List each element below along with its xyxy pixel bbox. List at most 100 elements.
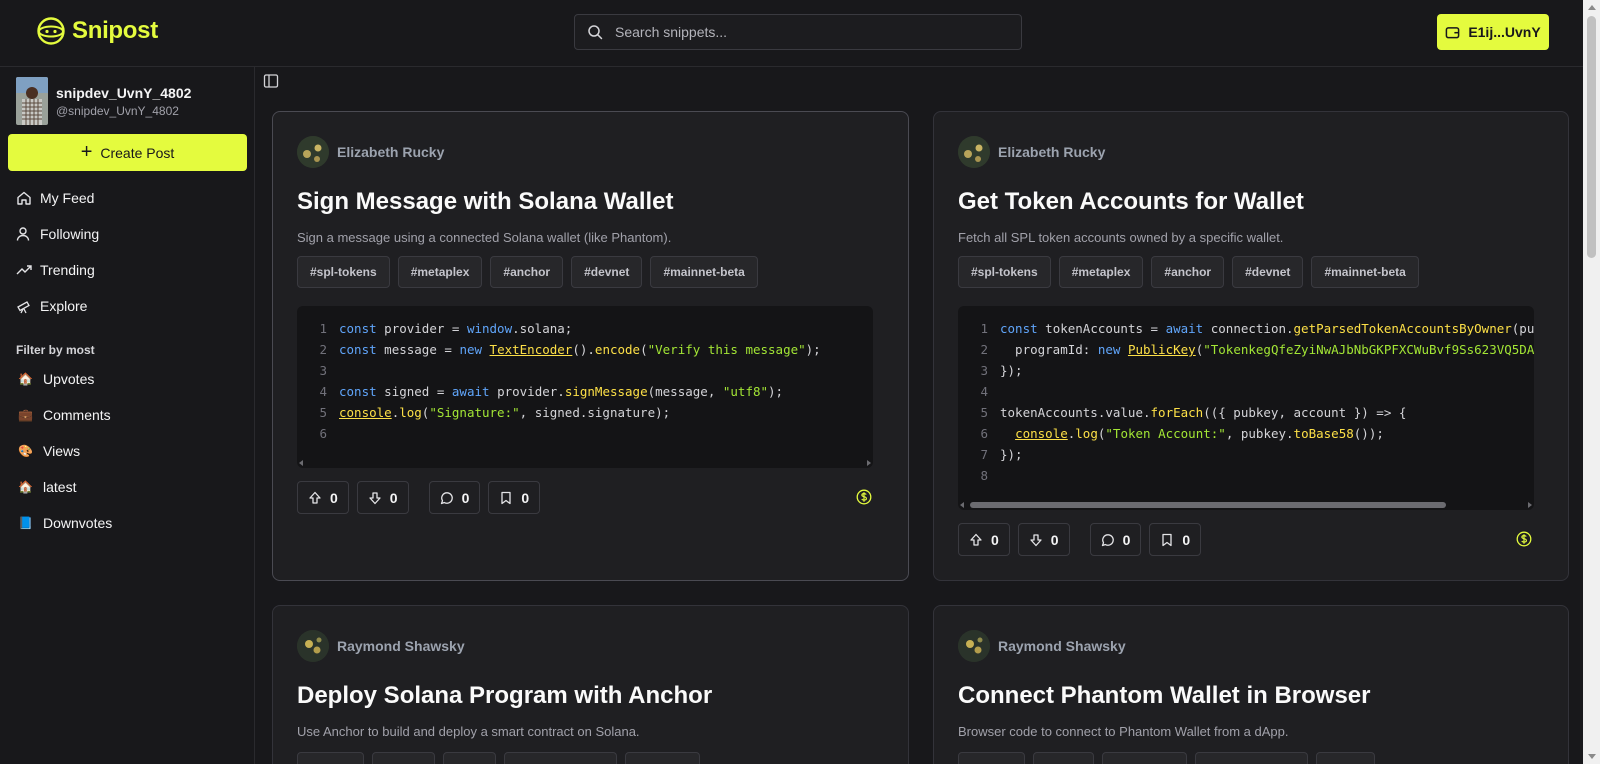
- upvote-button[interactable]: 0: [297, 481, 349, 514]
- tag[interactable]: [1316, 752, 1375, 764]
- post-card[interactable]: Raymond Shawsky Connect Phantom Wallet i…: [933, 605, 1569, 764]
- post-card[interactable]: Elizabeth Rucky Sign Message with Solana…: [272, 111, 909, 581]
- main-nav: My Feed Following Trending Explore: [16, 180, 236, 324]
- tag-list: #spl-tokens #metaplex #anchor #devnet #m…: [958, 256, 1419, 288]
- profile-name: snipdev_UvnY_4802: [56, 84, 192, 101]
- tag[interactable]: [958, 752, 1025, 764]
- tag[interactable]: #spl-tokens: [958, 256, 1051, 288]
- search-input[interactable]: [615, 24, 995, 40]
- post-card[interactable]: Elizabeth Rucky Get Token Accounts for W…: [933, 111, 1569, 581]
- filter-item-latest[interactable]: 🏠 latest: [18, 469, 238, 505]
- filter-heading: Filter by most: [16, 343, 95, 357]
- tag[interactable]: [372, 752, 435, 764]
- tag[interactable]: [297, 752, 364, 764]
- tag[interactable]: #devnet: [571, 256, 643, 288]
- wallet-button[interactable]: E1ij...UvnY: [1437, 14, 1549, 50]
- wallet-address: E1ij...UvnY: [1468, 24, 1541, 40]
- tag[interactable]: [443, 752, 496, 764]
- filter-item-downvotes[interactable]: 📘 Downvotes: [18, 505, 238, 541]
- downvote-button[interactable]: 0: [356, 481, 409, 514]
- tag[interactable]: #mainnet-beta: [650, 256, 758, 288]
- tag[interactable]: [1195, 752, 1308, 764]
- scroll-thumb[interactable]: [1587, 16, 1596, 258]
- post-description: Sign a message using a connected Solana …: [297, 230, 672, 245]
- filter-item-views[interactable]: 🎨 Views: [18, 433, 238, 469]
- scroll-right-arrow[interactable]: [1528, 502, 1532, 508]
- tag[interactable]: #metaplex: [397, 256, 483, 288]
- author-name: Raymond Shawsky: [337, 638, 465, 654]
- tag[interactable]: #mainnet-beta: [1311, 256, 1419, 288]
- telescope-icon: [17, 301, 30, 314]
- sidebar-item-label: Following: [40, 226, 100, 242]
- tip-coin-icon[interactable]: [856, 489, 872, 505]
- logo[interactable]: Snipost: [36, 16, 158, 46]
- page-scrollbar[interactable]: [1583, 0, 1600, 764]
- code-scrollbar[interactable]: [958, 500, 1534, 510]
- tag[interactable]: #anchor: [1151, 256, 1225, 288]
- sidebar-item-label: Trending: [40, 262, 95, 278]
- scroll-left-arrow[interactable]: [299, 460, 303, 466]
- post-author[interactable]: Raymond Shawsky: [297, 630, 465, 662]
- app-name: Snipost: [72, 17, 158, 44]
- post-card[interactable]: Raymond Shawsky Deploy Solana Program wi…: [272, 605, 909, 764]
- briefcase-icon: 💼: [18, 408, 33, 422]
- sidebar-item-my-feed[interactable]: My Feed: [16, 180, 236, 216]
- top-bar: Snipost E1ij...UvnY: [0, 0, 1583, 67]
- sidebar-toggle-icon[interactable]: [263, 73, 279, 89]
- bookmark-button[interactable]: 0: [488, 481, 541, 514]
- plus-icon: +: [80, 140, 93, 163]
- search-bar[interactable]: [574, 14, 1022, 50]
- post-author[interactable]: Raymond Shawsky: [958, 630, 1126, 662]
- code-scroll-thumb[interactable]: [970, 502, 1446, 508]
- post-description: Browser code to connect to Phantom Walle…: [958, 724, 1289, 739]
- comment-icon: [1101, 533, 1114, 546]
- tag[interactable]: #spl-tokens: [297, 256, 390, 288]
- sidebar-item-trending[interactable]: Trending: [16, 252, 236, 288]
- scroll-down-arrow[interactable]: [1588, 754, 1596, 759]
- post-author[interactable]: Elizabeth Rucky: [958, 136, 1105, 168]
- comment-button[interactable]: 0: [428, 481, 481, 514]
- create-post-button[interactable]: + Create Post: [8, 134, 247, 171]
- sidebar-item-following[interactable]: Following: [16, 216, 236, 252]
- code-block[interactable]: 1 const tokenAccounts = await connection.…: [958, 306, 1534, 510]
- post-title[interactable]: Sign Message with Solana Wallet: [297, 188, 674, 216]
- tag[interactable]: #anchor: [490, 256, 564, 288]
- post-actions: 0 0 0 0: [958, 523, 1202, 556]
- downvote-count: 0: [389, 489, 398, 506]
- filter-list: 🏠 Upvotes 💼 Comments 🎨 Views 🏠 latest 📘 …: [18, 361, 238, 541]
- scroll-left-arrow[interactable]: [960, 502, 964, 508]
- post-title[interactable]: Deploy Solana Program with Anchor: [297, 682, 712, 710]
- filter-item-label: Downvotes: [43, 515, 113, 531]
- post-title[interactable]: Connect Phantom Wallet in Browser: [958, 682, 1371, 710]
- tag[interactable]: #devnet: [1232, 256, 1304, 288]
- tag[interactable]: #metaplex: [1058, 256, 1144, 288]
- bookmark-button[interactable]: 0: [1149, 523, 1202, 556]
- upvote-count: 0: [330, 489, 338, 506]
- author-avatar: [958, 136, 990, 168]
- tip-coin-icon[interactable]: [1516, 531, 1532, 547]
- bookmark-count: 0: [521, 489, 530, 506]
- sidebar: snipdev_UvnY_4802 @snipdev_UvnY_4802 + C…: [0, 67, 255, 764]
- filter-item-comments[interactable]: 💼 Comments: [18, 397, 238, 433]
- tag[interactable]: [1102, 752, 1187, 764]
- sidebar-item-explore[interactable]: Explore: [16, 288, 236, 324]
- tag[interactable]: [625, 752, 700, 764]
- bookmark-icon: [501, 491, 512, 504]
- post-title[interactable]: Get Token Accounts for Wallet: [958, 188, 1304, 216]
- palette-icon: 🎨: [18, 444, 33, 458]
- upvote-button[interactable]: 0: [958, 523, 1010, 556]
- tag[interactable]: [1033, 752, 1094, 764]
- logo-icon: [37, 17, 65, 45]
- filter-item-upvotes[interactable]: 🏠 Upvotes: [18, 361, 238, 397]
- post-author[interactable]: Elizabeth Rucky: [297, 136, 444, 168]
- scroll-right-arrow[interactable]: [867, 460, 871, 466]
- filter-item-label: Views: [43, 443, 81, 459]
- comment-button[interactable]: 0: [1089, 523, 1142, 556]
- code-block[interactable]: 1 const provider = window.solana; 2 const …: [297, 306, 873, 468]
- code-scrollbar[interactable]: [297, 458, 873, 468]
- user-profile[interactable]: snipdev_UvnY_4802 @snipdev_UvnY_4802: [16, 77, 191, 125]
- downvote-button[interactable]: 0: [1017, 523, 1070, 556]
- scroll-up-arrow[interactable]: [1588, 5, 1596, 10]
- create-post-label: Create Post: [100, 144, 175, 161]
- tag[interactable]: [504, 752, 617, 764]
